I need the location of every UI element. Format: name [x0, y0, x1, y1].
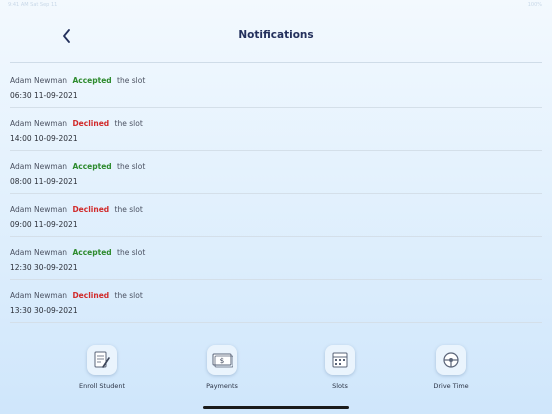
page-title: Notifications: [238, 29, 314, 41]
notification-suffix: the slot: [117, 76, 146, 85]
notification-name: Adam Newman: [10, 76, 68, 85]
home-indicator: [203, 406, 349, 409]
notification-name: Adam Newman: [10, 291, 68, 300]
tab-label: Enroll Student: [79, 382, 125, 390]
money-icon: $: [212, 353, 233, 368]
tab-label: Drive Time: [433, 382, 469, 390]
notification-status: Declined: [72, 205, 110, 214]
notification-name: Adam Newman: [10, 162, 68, 171]
notification-name: Adam Newman: [10, 205, 68, 214]
notification-datetime: 08:00 11-09-2021: [10, 177, 78, 186]
notification-status: Accepted: [72, 76, 112, 85]
notification-item[interactable]: Adam Newman Accepted the slot 08:00 11-0…: [10, 151, 542, 194]
notification-status: Accepted: [72, 248, 112, 257]
notification-name: Adam Newman: [10, 119, 68, 128]
notification-datetime: 12:30 30-09-2021: [10, 263, 78, 272]
notification-item[interactable]: Adam Newman Declined the slot 09:00 11-0…: [10, 194, 542, 237]
steering-wheel-icon: [443, 352, 459, 368]
tab-drive-time[interactable]: Drive Time: [411, 345, 491, 390]
tab-enroll-student[interactable]: Enroll Student: [62, 345, 142, 390]
header-divider: [10, 62, 542, 63]
notification-datetime: 06:30 11-09-2021: [10, 91, 78, 100]
tab-label: Slots: [332, 382, 348, 390]
notification-datetime: 13:30 30-09-2021: [10, 306, 78, 315]
notification-status: Accepted: [72, 162, 112, 171]
notification-item[interactable]: Adam Newman Accepted the slot 12:30 30-0…: [10, 237, 542, 280]
svg-text:$: $: [220, 357, 224, 365]
tab-label: Payments: [206, 382, 238, 390]
notification-datetime: 09:00 11-09-2021: [10, 220, 78, 229]
notification-item[interactable]: Adam Newman Accepted the slot 06:30 11-0…: [10, 65, 542, 108]
document-pen-icon: [94, 351, 110, 368]
notification-datetime: 14:00 10-09-2021: [10, 134, 78, 143]
tab-payments[interactable]: $ Payments: [182, 345, 262, 390]
tab-slots[interactable]: Slots: [300, 345, 380, 390]
notification-name: Adam Newman: [10, 248, 68, 257]
notification-suffix: the slot: [114, 205, 143, 214]
status-time: 9:41 AM Sat Sep 11: [8, 2, 58, 8]
notification-item[interactable]: Adam Newman Declined the slot 13:30 30-0…: [10, 280, 542, 323]
calendar-icon: [332, 352, 348, 368]
notification-status: Declined: [72, 119, 110, 128]
tab-bar: Enroll Student $ Payments Slots Drive Ti…: [0, 345, 552, 395]
notification-item[interactable]: Adam Newman Declined the slot 14:00 10-0…: [10, 108, 542, 151]
status-bar: 9:41 AM Sat Sep 11 100%: [0, 0, 552, 12]
header: Notifications: [0, 22, 552, 50]
notification-suffix: the slot: [114, 119, 143, 128]
notification-suffix: the slot: [117, 248, 146, 257]
notification-suffix: the slot: [117, 162, 146, 171]
notification-suffix: the slot: [114, 291, 143, 300]
status-battery: 100%: [527, 2, 542, 8]
notification-status: Declined: [72, 291, 110, 300]
notification-list: Adam Newman Accepted the slot 06:30 11-0…: [0, 65, 552, 323]
